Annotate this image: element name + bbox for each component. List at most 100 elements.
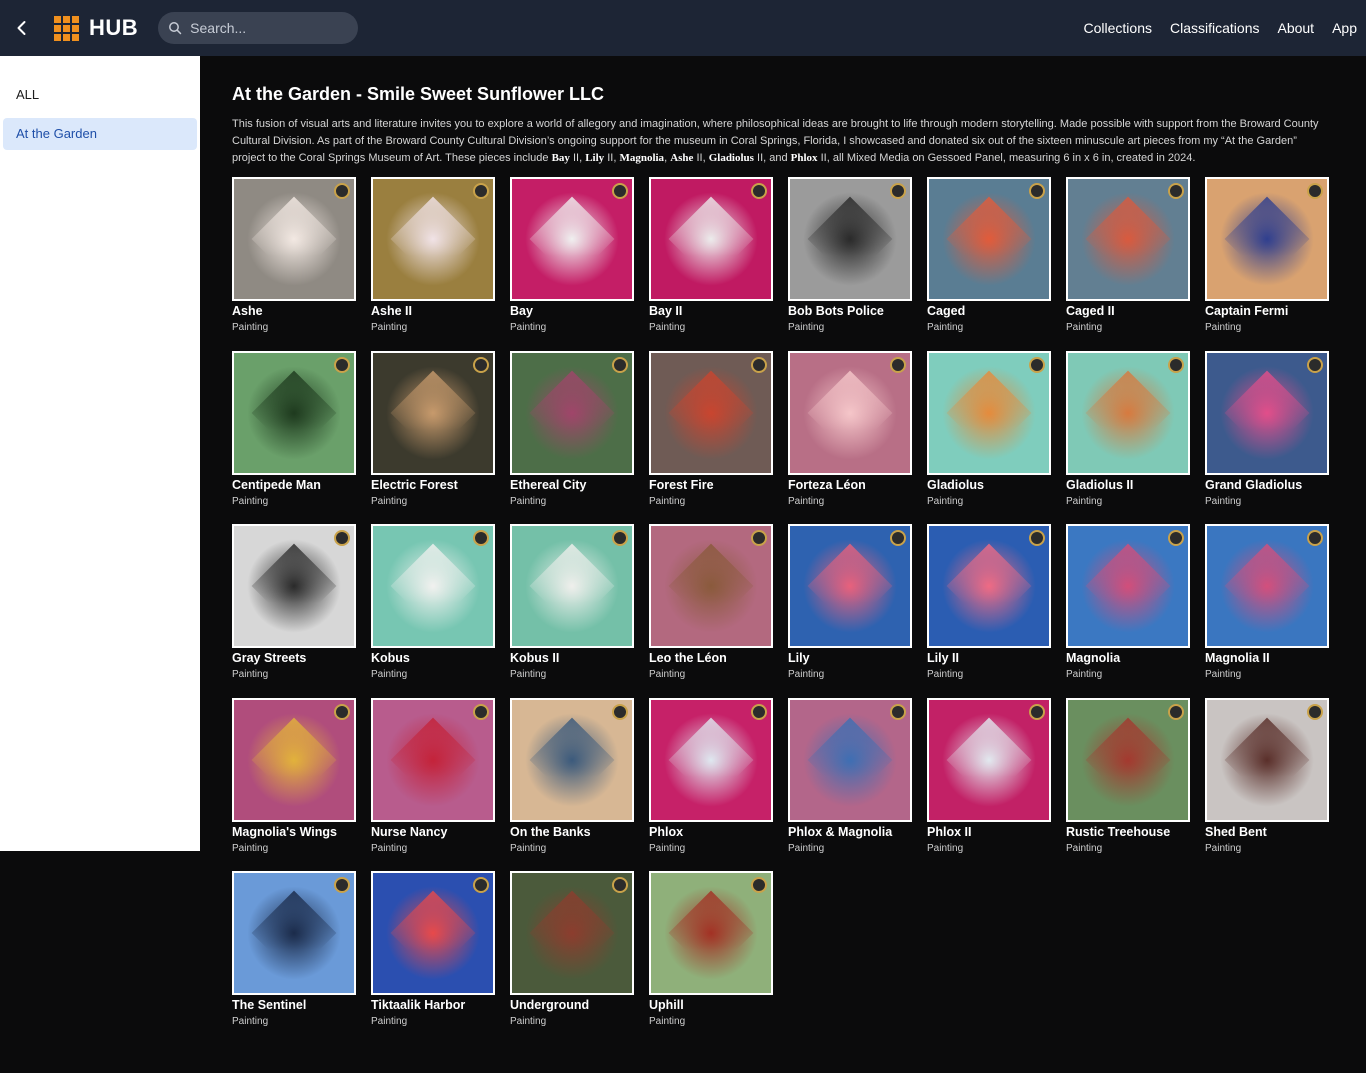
sidebar-item-all[interactable]: ALL	[3, 79, 197, 111]
artwork-thumbnail[interactable]	[371, 697, 495, 822]
artwork-thumbnail[interactable]	[1205, 177, 1329, 301]
artwork-title[interactable]: Ethereal City	[510, 478, 634, 493]
artwork-card[interactable]: Magnolia Painting	[1066, 524, 1190, 698]
artwork-card[interactable]: Magnolia's Wings Painting	[232, 697, 356, 872]
nav-link-classifications[interactable]: Classifications	[1161, 0, 1268, 56]
artwork-card[interactable]: Gladiolus II Painting	[1066, 350, 1190, 525]
artwork-card[interactable]: Captain Fermi Painting	[1205, 177, 1329, 351]
artwork-card[interactable]: Bob Bots Police Painting	[788, 177, 912, 351]
artwork-thumbnail[interactable]	[1205, 350, 1329, 475]
artwork-card[interactable]: Tiktaalik Harbor Painting	[371, 871, 495, 1045]
artwork-card[interactable]: Magnolia II Painting	[1205, 524, 1329, 698]
artwork-title[interactable]: The Sentinel	[232, 998, 356, 1013]
artwork-title[interactable]: Gladiolus	[927, 478, 1051, 493]
artwork-title[interactable]: Phlox & Magnolia	[788, 825, 912, 840]
artwork-thumbnail[interactable]	[649, 350, 773, 475]
artwork-card[interactable]: Lily II Painting	[927, 524, 1051, 698]
artwork-title[interactable]: Centipede Man	[232, 478, 356, 493]
artwork-card[interactable]: Uphill Painting	[649, 871, 773, 1045]
artwork-thumbnail[interactable]	[788, 524, 912, 648]
nav-link-collections[interactable]: Collections	[1075, 0, 1161, 56]
artwork-title[interactable]: On the Banks	[510, 825, 634, 840]
artwork-title[interactable]: Phlox	[649, 825, 773, 840]
artwork-card[interactable]: Underground Painting	[510, 871, 634, 1045]
artwork-card[interactable]: Ashe II Painting	[371, 177, 495, 351]
artwork-title[interactable]: Rustic Treehouse	[1066, 825, 1190, 840]
artwork-thumbnail[interactable]	[788, 350, 912, 475]
artwork-thumbnail[interactable]	[232, 697, 356, 822]
artwork-thumbnail[interactable]	[788, 177, 912, 301]
artwork-thumbnail[interactable]	[232, 177, 356, 301]
artwork-title[interactable]: Forteza Léon	[788, 478, 912, 493]
search-input[interactable]	[188, 19, 353, 37]
artwork-title[interactable]: Gladiolus II	[1066, 478, 1190, 493]
artwork-thumbnail[interactable]	[1205, 524, 1329, 648]
artwork-title[interactable]: Underground	[510, 998, 634, 1013]
artwork-thumbnail[interactable]	[371, 177, 495, 301]
artwork-thumbnail[interactable]	[1066, 697, 1190, 822]
artwork-title[interactable]: Bay	[510, 304, 634, 319]
artwork-title[interactable]: Electric Forest	[371, 478, 495, 493]
artwork-thumbnail[interactable]	[788, 697, 912, 822]
artwork-thumbnail[interactable]	[371, 871, 495, 995]
artwork-title[interactable]: Ashe II	[371, 304, 495, 319]
artwork-card[interactable]: Forest Fire Painting	[649, 350, 773, 525]
artwork-thumbnail[interactable]	[371, 524, 495, 648]
artwork-thumbnail[interactable]	[927, 177, 1051, 301]
artwork-title[interactable]: Leo the Léon	[649, 651, 773, 666]
artwork-card[interactable]: Caged II Painting	[1066, 177, 1190, 351]
artwork-title[interactable]: Nurse Nancy	[371, 825, 495, 840]
artwork-title[interactable]: Phlox II	[927, 825, 1051, 840]
artwork-title[interactable]: Captain Fermi	[1205, 304, 1329, 319]
artwork-card[interactable]: Caged Painting	[927, 177, 1051, 351]
artwork-thumbnail[interactable]	[232, 524, 356, 648]
artwork-thumbnail[interactable]	[510, 871, 634, 995]
artwork-thumbnail[interactable]	[649, 697, 773, 822]
artwork-card[interactable]: Kobus Painting	[371, 524, 495, 698]
nav-link-about[interactable]: About	[1268, 0, 1323, 56]
artwork-card[interactable]: Nurse Nancy Painting	[371, 697, 495, 872]
artwork-thumbnail[interactable]	[649, 871, 773, 995]
artwork-thumbnail[interactable]	[232, 350, 356, 475]
artwork-title[interactable]: Magnolia	[1066, 651, 1190, 666]
artwork-title[interactable]: Magnolia II	[1205, 651, 1329, 666]
artwork-title[interactable]: Kobus	[371, 651, 495, 666]
nav-link-app[interactable]: App	[1323, 0, 1366, 56]
artwork-title[interactable]: Grand Gladiolus	[1205, 478, 1329, 493]
artwork-card[interactable]: Centipede Man Painting	[232, 350, 356, 525]
artwork-title[interactable]: Uphill	[649, 998, 773, 1013]
artwork-card[interactable]: Shed Bent Painting	[1205, 697, 1329, 872]
artwork-card[interactable]: Lily Painting	[788, 524, 912, 698]
artwork-thumbnail[interactable]	[1066, 524, 1190, 648]
artwork-title[interactable]: Ashe	[232, 304, 356, 319]
artwork-title[interactable]: Lily	[788, 651, 912, 666]
artwork-title[interactable]: Kobus II	[510, 651, 634, 666]
artwork-title[interactable]: Bay II	[649, 304, 773, 319]
artwork-thumbnail[interactable]	[510, 350, 634, 475]
artwork-card[interactable]: Leo the Léon Painting	[649, 524, 773, 698]
artwork-title[interactable]: Magnolia's Wings	[232, 825, 356, 840]
artwork-title[interactable]: Caged II	[1066, 304, 1190, 319]
artwork-card[interactable]: Ashe Painting	[232, 177, 356, 351]
artwork-card[interactable]: The Sentinel Painting	[232, 871, 356, 1045]
artwork-card[interactable]: Electric Forest Painting	[371, 350, 495, 525]
artwork-thumbnail[interactable]	[649, 177, 773, 301]
artwork-card[interactable]: Bay Painting	[510, 177, 634, 351]
artwork-card[interactable]: Grand Gladiolus Painting	[1205, 350, 1329, 525]
artwork-card[interactable]: Gladiolus Painting	[927, 350, 1051, 525]
artwork-card[interactable]: Phlox & Magnolia Painting	[788, 697, 912, 872]
artwork-title[interactable]: Lily II	[927, 651, 1051, 666]
artwork-title[interactable]: Tiktaalik Harbor	[371, 998, 495, 1013]
brand-logo[interactable]: HUB	[54, 15, 138, 41]
artwork-thumbnail[interactable]	[1066, 350, 1190, 475]
artwork-card[interactable]: Bay II Painting	[649, 177, 773, 351]
artwork-title[interactable]: Forest Fire	[649, 478, 773, 493]
artwork-card[interactable]: Kobus II Painting	[510, 524, 634, 698]
artwork-thumbnail[interactable]	[510, 697, 634, 822]
artwork-thumbnail[interactable]	[510, 524, 634, 648]
search-box[interactable]	[158, 12, 359, 44]
artwork-card[interactable]: Phlox II Painting	[927, 697, 1051, 872]
back-button[interactable]	[0, 0, 44, 56]
artwork-title[interactable]: Caged	[927, 304, 1051, 319]
artwork-card[interactable]: Gray Streets Painting	[232, 524, 356, 698]
